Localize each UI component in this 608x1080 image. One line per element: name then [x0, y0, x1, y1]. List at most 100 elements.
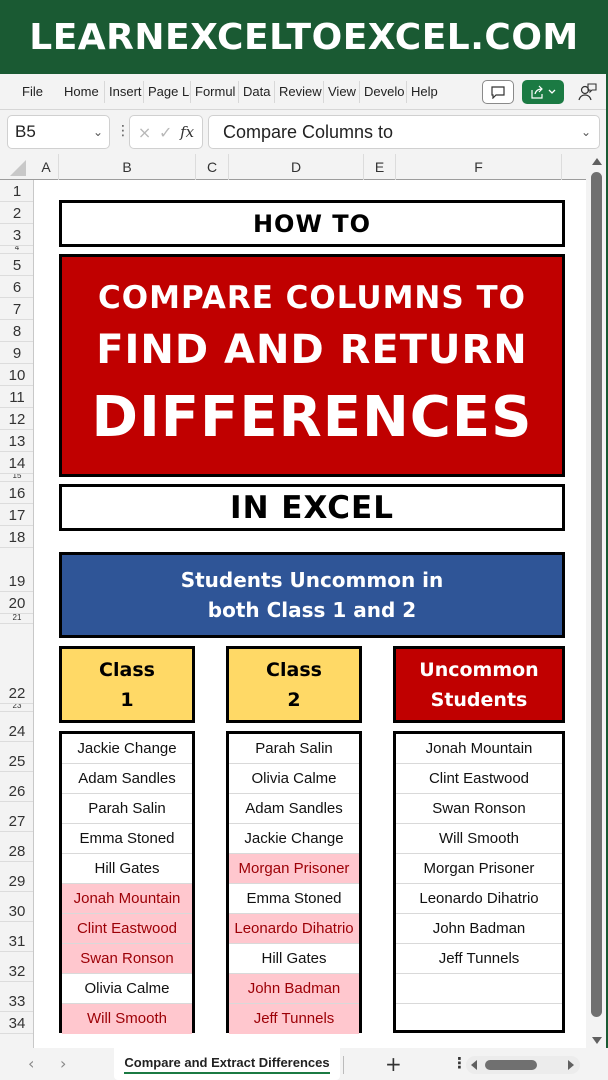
row-header-20[interactable]: 20: [0, 592, 33, 614]
student-cell[interactable]: Will Smooth: [62, 1004, 192, 1034]
row-header-21[interactable]: 21: [0, 614, 33, 624]
student-cell[interactable]: Clint Eastwood: [396, 764, 562, 794]
comments-button[interactable]: [482, 80, 514, 104]
row-header-4[interactable]: 4: [0, 246, 33, 254]
row-header-14[interactable]: 14: [0, 452, 33, 474]
student-cell[interactable]: Jackie Change: [229, 824, 359, 854]
student-cell[interactable]: Parah Salin: [229, 734, 359, 764]
student-cell[interactable]: Olivia Calme: [62, 974, 192, 1004]
horizontal-scrollbar[interactable]: [466, 1056, 580, 1074]
student-cell[interactable]: Jeff Tunnels: [229, 1004, 359, 1034]
row-header-2[interactable]: 2: [0, 202, 33, 224]
title-panel[interactable]: COMPARE COLUMNS TO FIND AND RETURN DIFFE…: [59, 254, 565, 477]
tab-page-layout[interactable]: Page La: [144, 80, 191, 103]
tab-help[interactable]: Help: [407, 81, 442, 103]
more-sheets-icon[interactable]: ⋮: [452, 1054, 467, 1072]
enter-icon[interactable]: ✓: [159, 123, 172, 142]
previous-sheet-icon[interactable]: ‹: [28, 1054, 34, 1073]
student-cell[interactable]: Emma Stoned: [229, 884, 359, 914]
column-header-e[interactable]: E: [364, 154, 396, 180]
student-cell[interactable]: Swan Ronson: [396, 794, 562, 824]
student-cell[interactable]: [396, 1004, 562, 1034]
tab-review[interactable]: Review: [275, 80, 324, 103]
add-sheet-button[interactable]: +: [385, 1052, 402, 1076]
row-header-29[interactable]: 29: [0, 862, 33, 892]
scroll-down-icon[interactable]: [592, 1037, 602, 1044]
tab-insert[interactable]: Insert: [105, 80, 144, 103]
row-header-25[interactable]: 25: [0, 742, 33, 772]
scroll-up-icon[interactable]: [592, 158, 602, 165]
student-cell[interactable]: Jackie Change: [62, 734, 192, 764]
student-cell[interactable]: Will Smooth: [396, 824, 562, 854]
vertical-scroll-thumb[interactable]: [591, 172, 602, 1017]
row-header-17[interactable]: 17: [0, 504, 33, 526]
formula-input[interactable]: Compare Columns to ⌄: [208, 115, 600, 149]
column-header-c[interactable]: C: [196, 154, 229, 180]
student-cell[interactable]: Adam Sandles: [62, 764, 192, 794]
scroll-right-icon[interactable]: [568, 1060, 574, 1070]
student-cell[interactable]: Clint Eastwood: [62, 914, 192, 944]
column-header-f[interactable]: F: [396, 154, 562, 180]
row-header-7[interactable]: 7: [0, 298, 33, 320]
student-cell[interactable]: Morgan Prisoner: [396, 854, 562, 884]
vertical-scrollbar[interactable]: [586, 154, 608, 1048]
row-header-10[interactable]: 10: [0, 364, 33, 386]
tab-developer[interactable]: Develo: [360, 80, 407, 103]
column-header-d[interactable]: D: [229, 154, 364, 180]
row-header-24[interactable]: 24: [0, 712, 33, 742]
row-header-23[interactable]: 23: [0, 704, 33, 712]
insert-function-icon[interactable]: fx: [180, 123, 194, 141]
row-header-19[interactable]: 19: [0, 548, 33, 592]
student-cell[interactable]: John Badman: [229, 974, 359, 1004]
tab-data[interactable]: Data: [239, 80, 275, 103]
select-all-corner[interactable]: [10, 160, 26, 176]
row-header-3[interactable]: 3: [0, 224, 33, 246]
chevron-down-icon[interactable]: ⌄: [93, 116, 103, 148]
column-header-a[interactable]: A: [34, 154, 59, 180]
row-header-18[interactable]: 18: [0, 526, 33, 548]
student-cell[interactable]: Hill Gates: [62, 854, 192, 884]
student-cell[interactable]: John Badman: [396, 914, 562, 944]
row-header-15[interactable]: 15: [0, 474, 33, 482]
horizontal-scroll-thumb[interactable]: [485, 1060, 537, 1070]
student-cell[interactable]: Parah Salin: [62, 794, 192, 824]
student-cell[interactable]: [396, 974, 562, 1004]
row-header-26[interactable]: 26: [0, 772, 33, 802]
row-header-28[interactable]: 28: [0, 832, 33, 862]
scroll-left-icon[interactable]: [471, 1060, 477, 1070]
next-sheet-icon[interactable]: ›: [60, 1054, 66, 1073]
student-cell[interactable]: Leonardo Dihatrio: [396, 884, 562, 914]
tab-file[interactable]: File: [18, 81, 48, 103]
student-cell[interactable]: Hill Gates: [229, 944, 359, 974]
row-header-8[interactable]: 8: [0, 320, 33, 342]
row-header-31[interactable]: 31: [0, 922, 33, 952]
student-cell[interactable]: Jonah Mountain: [396, 734, 562, 764]
row-header-5[interactable]: 5: [0, 254, 33, 276]
name-box[interactable]: B5 ⌄: [7, 115, 110, 149]
row-header-33[interactable]: 33: [0, 982, 33, 1012]
row-header-32[interactable]: 32: [0, 952, 33, 982]
column-header-b[interactable]: B: [59, 154, 196, 180]
row-header-30[interactable]: 30: [0, 892, 33, 922]
row-header-11[interactable]: 11: [0, 386, 33, 408]
row-header-22[interactable]: 22: [0, 624, 33, 704]
student-cell[interactable]: Olivia Calme: [229, 764, 359, 794]
student-cell[interactable]: Emma Stoned: [62, 824, 192, 854]
row-header-12[interactable]: 12: [0, 408, 33, 430]
row-header-9[interactable]: 9: [0, 342, 33, 364]
cancel-icon[interactable]: ×: [138, 123, 151, 142]
student-cell[interactable]: Swan Ronson: [62, 944, 192, 974]
student-cell[interactable]: Jeff Tunnels: [396, 944, 562, 974]
student-cell[interactable]: Jonah Mountain: [62, 884, 192, 914]
tab-formulas[interactable]: Formul: [191, 80, 239, 103]
worksheet-grid[interactable]: HOW TO COMPARE COLUMNS TO FIND AND RETUR…: [34, 180, 586, 1048]
student-cell[interactable]: Adam Sandles: [229, 794, 359, 824]
more-options-icon[interactable]: ⋮: [116, 122, 130, 140]
row-header-27[interactable]: 27: [0, 802, 33, 832]
tab-home[interactable]: Home: [60, 80, 105, 103]
expand-formula-bar-icon[interactable]: ⌄: [581, 116, 591, 148]
row-header-16[interactable]: 16: [0, 482, 33, 504]
row-header-1[interactable]: 1: [0, 180, 33, 202]
row-header-6[interactable]: 6: [0, 276, 33, 298]
row-header-13[interactable]: 13: [0, 430, 33, 452]
